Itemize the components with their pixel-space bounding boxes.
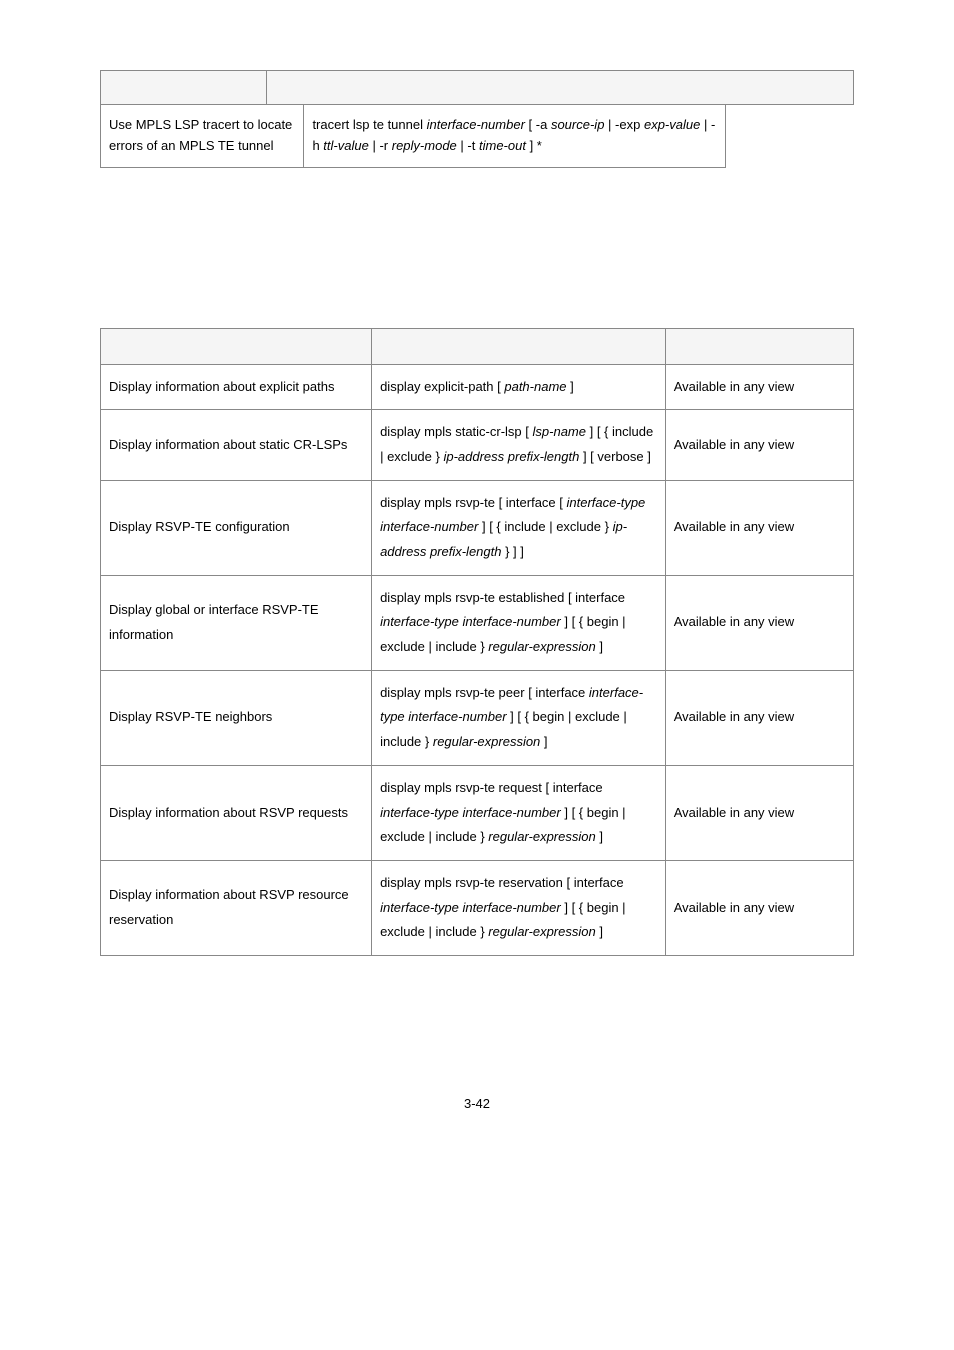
- cmd-arg: source-ip: [551, 117, 604, 132]
- cmd-kw: -exp: [615, 117, 640, 132]
- cell-remarks: Available in any view: [665, 670, 853, 765]
- header-remarks: Remarks: [665, 328, 853, 364]
- cell-command: display mpls rsvp-te reservation [ inter…: [372, 860, 666, 955]
- table-row: Display RSVP-TE neighbors display mpls r…: [101, 670, 854, 765]
- header-command: Command: [372, 328, 666, 364]
- cmd-arg: time-out: [479, 138, 526, 153]
- table-row: Display information about explicit paths…: [101, 364, 854, 410]
- table-row: Display information about static CR-LSPs…: [101, 410, 854, 480]
- cell-task: Use MPLS LSP tracert to locate errors of…: [101, 105, 304, 168]
- table-row: Display RSVP-TE configuration display mp…: [101, 480, 854, 575]
- cell-task: Display information about RSVP requests: [101, 765, 372, 860]
- cmd-arg: ttl-value: [323, 138, 369, 153]
- cmd-sep: ] *: [530, 138, 542, 153]
- cmd-kw: -r: [379, 138, 388, 153]
- cmd-arg: interface-number: [427, 117, 525, 132]
- cell-remarks: Available in any view: [665, 765, 853, 860]
- blank-header-right: [266, 71, 853, 105]
- header-task: Task: [101, 328, 372, 364]
- cell-command: tracert lsp te tunnel interface-number […: [304, 105, 726, 168]
- cmd-sep: |: [608, 117, 615, 132]
- page-number: 3-42: [100, 1096, 854, 1111]
- cell-remarks: Available in any view: [665, 575, 853, 670]
- blank-header-left: [101, 71, 267, 105]
- cell-remarks: Available in any view: [665, 860, 853, 955]
- cmd-arg: exp-value: [644, 117, 700, 132]
- table-tracert-body: Use MPLS LSP tracert to locate errors of…: [100, 104, 854, 168]
- cell-command: display explicit-path [ path-name ]: [372, 364, 666, 410]
- cell-remarks: Available in any view: [665, 364, 853, 410]
- cell-command: display mpls rsvp-te peer [ interface in…: [372, 670, 666, 765]
- cell-remarks: Available in any view: [665, 480, 853, 575]
- table-tracert: [100, 70, 854, 105]
- table-row: Use MPLS LSP tracert to locate errors of…: [101, 105, 855, 168]
- cell-task: Display information about static CR-LSPs: [101, 410, 372, 480]
- table-header-row: Task Command Remarks: [101, 328, 854, 364]
- cell-command: display mpls rsvp-te established [ inter…: [372, 575, 666, 670]
- cmd-sep: [: [529, 117, 536, 132]
- cmd-kw: tracert lsp te tunnel: [312, 117, 423, 132]
- table-display-commands: Task Command Remarks Display information…: [100, 328, 854, 956]
- cell-command: display mpls rsvp-te [ interface [ inter…: [372, 480, 666, 575]
- cell-command: display mpls static-cr-lsp [ lsp-name ] …: [372, 410, 666, 480]
- cmd-sep: |: [704, 117, 711, 132]
- cell-remarks: Available in any view: [665, 410, 853, 480]
- table-header-row: [101, 71, 854, 105]
- table-row: Display information about RSVP resource …: [101, 860, 854, 955]
- cell-command: display mpls rsvp-te request [ interface…: [372, 765, 666, 860]
- cell-task: Display information about RSVP resource …: [101, 860, 372, 955]
- cmd-arg: reply-mode: [392, 138, 457, 153]
- cell-task: Display information about explicit paths: [101, 364, 372, 410]
- table-row: Display information about RSVP requests …: [101, 765, 854, 860]
- cell-task: Display RSVP-TE neighbors: [101, 670, 372, 765]
- cmd-kw: -a: [536, 117, 548, 132]
- cmd-kw: -t: [467, 138, 475, 153]
- cell-task: Display global or interface RSVP-TE info…: [101, 575, 372, 670]
- cell-task: Display RSVP-TE configuration: [101, 480, 372, 575]
- table-row: Display global or interface RSVP-TE info…: [101, 575, 854, 670]
